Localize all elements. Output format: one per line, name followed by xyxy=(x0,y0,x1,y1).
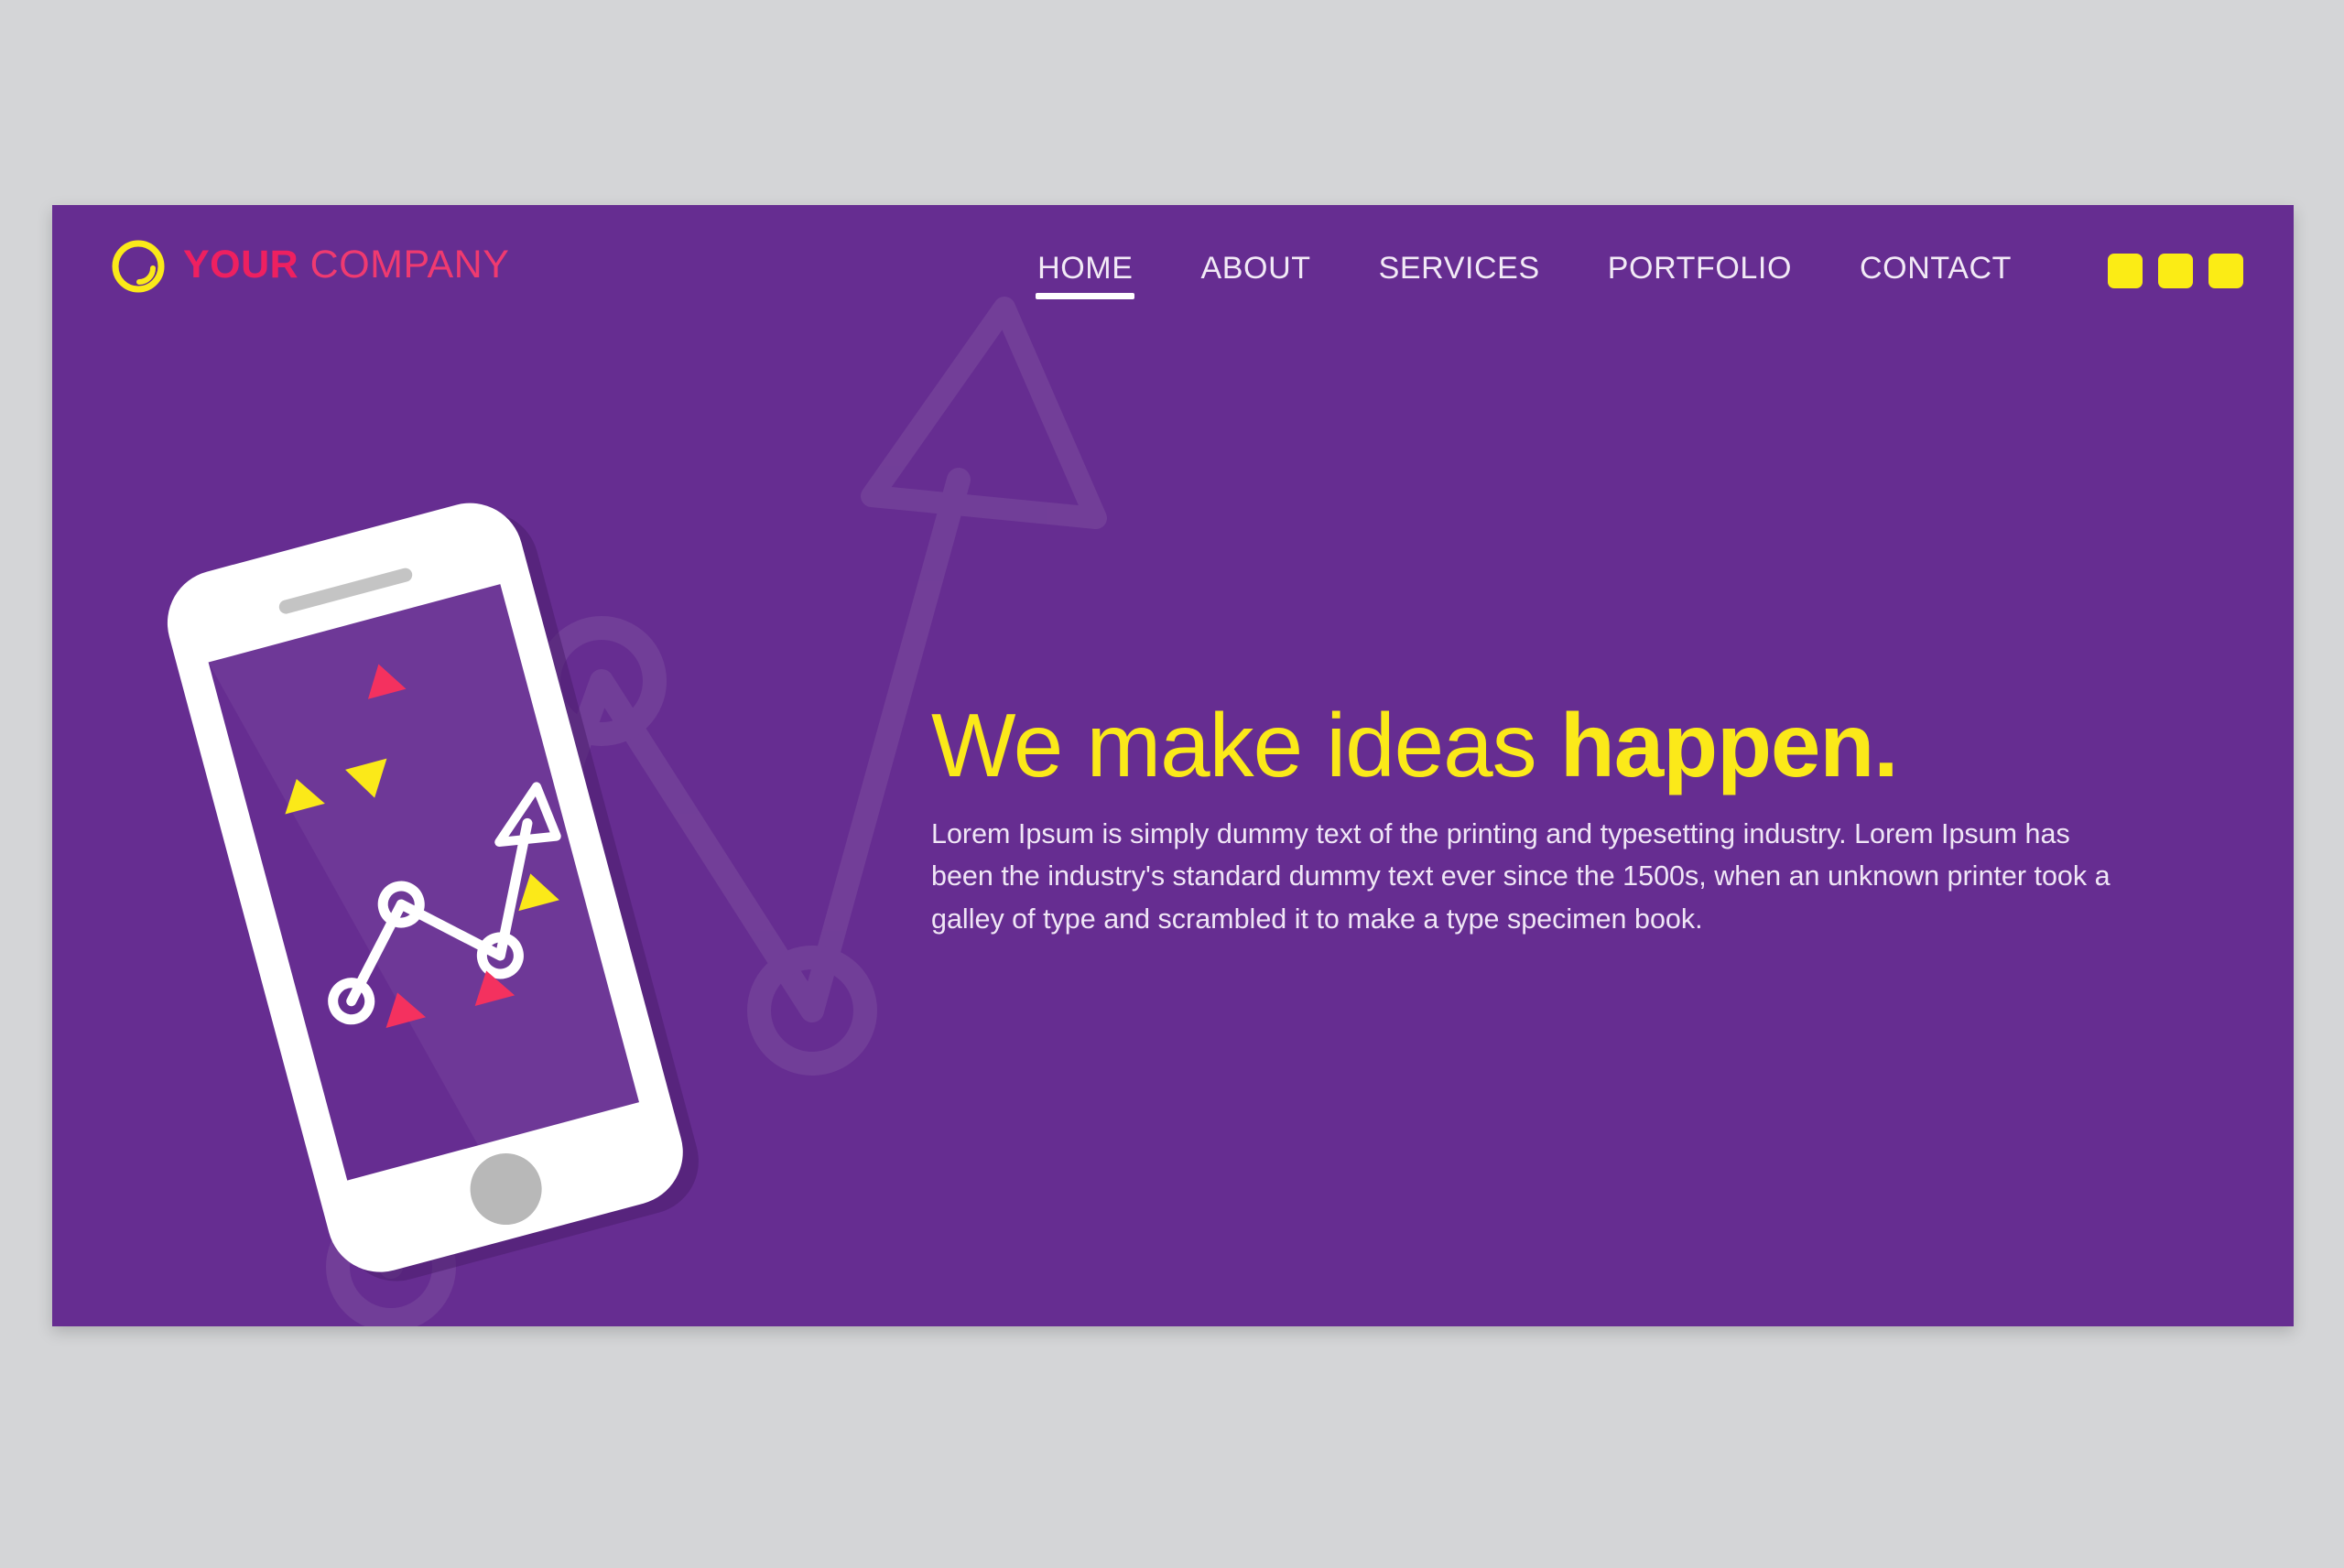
nav-item-contact[interactable]: CONTACT xyxy=(1852,251,2019,305)
hero-copy: We make ideas happen. Lorem Ipsum is sim… xyxy=(931,698,2213,940)
phone-illustration xyxy=(135,470,776,1294)
nav-item-about[interactable]: ABOUT xyxy=(1193,251,1318,305)
page-title: We make ideas happen. xyxy=(931,698,2213,793)
brand-name-bold: YOUR xyxy=(183,243,299,287)
header-square-group xyxy=(2108,254,2243,288)
headline-bold: happen. xyxy=(1559,695,1899,795)
header-square-3[interactable] xyxy=(2208,254,2243,288)
nav-item-home[interactable]: HOME xyxy=(1030,251,1140,305)
nav-item-portfolio[interactable]: PORTFOLIO xyxy=(1601,251,1799,305)
brand-name: YOUR COMPANY xyxy=(183,245,509,287)
hero-canvas: YOUR COMPANY HOME ABOUT SERVICES PORTFOL… xyxy=(52,205,2294,1326)
headline-light: We make ideas xyxy=(931,695,1560,795)
header-square-1[interactable] xyxy=(2108,254,2143,288)
brand-logo[interactable]: YOUR COMPANY xyxy=(110,238,509,295)
hero-body-text: Lorem Ipsum is simply dummy text of the … xyxy=(931,817,2111,935)
brand-name-regular: COMPANY xyxy=(298,243,510,287)
header-square-2[interactable] xyxy=(2158,254,2193,288)
main-navigation: HOME ABOUT SERVICES PORTFOLIO CONTACT xyxy=(1030,251,2019,305)
site-header: YOUR COMPANY HOME ABOUT SERVICES PORTFOL… xyxy=(52,205,2294,342)
nav-item-services[interactable]: SERVICES xyxy=(1372,251,1547,305)
circle-ring-logo-icon xyxy=(110,238,167,295)
